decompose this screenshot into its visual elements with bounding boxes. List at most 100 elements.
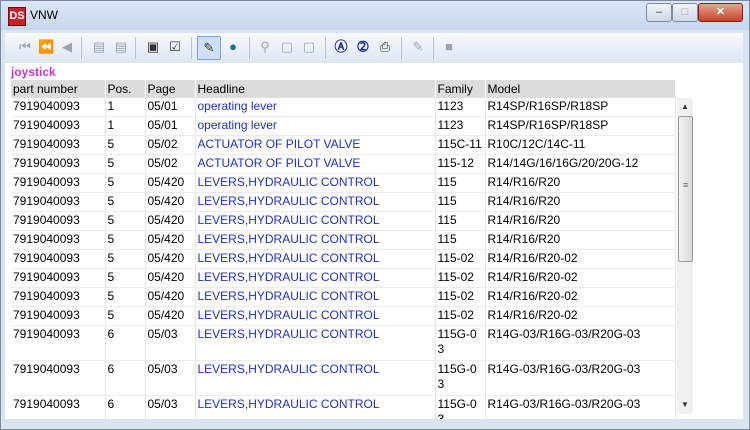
maximize-button[interactable]: □ — [672, 3, 698, 22]
cell-pos: 5 — [105, 249, 146, 269]
cell-headline: operating lever — [195, 98, 436, 117]
cell-pos: 5 — [105, 135, 146, 155]
first-record-icon[interactable]: ⏮ — [17, 39, 33, 55]
cell-family: 115G-03 — [435, 325, 486, 361]
cell-model: R14/R16/R20-02 — [485, 306, 676, 326]
cell-headline: LEVERS,HYDRAULIC CONTROL — [195, 211, 436, 231]
parts-table: part number Pos. Page Headline Family Mo… — [11, 80, 676, 419]
cell-headline: LEVERS,HYDRAULIC CONTROL — [195, 306, 436, 326]
globe-icon[interactable]: ● — [225, 39, 241, 55]
cell-headline: LEVERS,HYDRAULIC CONTROL — [195, 249, 436, 269]
cell-page: 05/420 — [145, 287, 196, 307]
column-header-part-number[interactable]: part number — [11, 80, 106, 98]
cell-pos: 5 — [105, 154, 146, 174]
column-header-headline[interactable]: Headline — [195, 80, 436, 98]
cell-part-number: 7919040093 — [11, 154, 106, 174]
column-header-pos[interactable]: Pos. — [105, 80, 146, 98]
close-button[interactable]: ✕ — [698, 3, 743, 22]
note-icon[interactable]: ✎ — [410, 39, 426, 55]
window-title: VNW — [30, 8, 58, 22]
cell-family: 115-02 — [435, 268, 486, 288]
table-row[interactable]: 7919040093 5 05/420 LEVERS,HYDRAULIC CONTRO… — [11, 230, 676, 250]
cell-headline: LEVERS,HYDRAULIC CONTROL — [195, 287, 436, 307]
vertical-scrollbar[interactable]: ▲ ≡ ▼ — [677, 98, 693, 414]
print-icon[interactable]: ⎙ — [377, 39, 393, 55]
page-icon[interactable]: ▢ — [279, 39, 295, 55]
link-pen-icon[interactable]: ✎ — [197, 36, 221, 60]
table-row[interactable]: 7919040093 5 05/420 LEVERS,HYDRAULIC CONTRO… — [11, 268, 676, 288]
cell-page: 05/03 — [145, 360, 196, 396]
table-row[interactable]: 7919040093 5 05/420 LEVERS,HYDRAULIC CONTRO… — [11, 287, 676, 307]
cell-pos: 5 — [105, 287, 146, 307]
table-row[interactable]: 7919040093 5 05/420 LEVERS,HYDRAULIC CONTRO… — [11, 306, 676, 326]
cell-page: 05/420 — [145, 211, 196, 231]
cell-pos: 5 — [105, 192, 146, 212]
info-2-icon[interactable]: ➁ — [355, 39, 371, 55]
column-header-model[interactable]: Model — [485, 80, 676, 98]
results-panel: joystick part number Pos. Page Headline … — [5, 63, 743, 419]
cell-page: 05/420 — [145, 192, 196, 212]
cell-model: R14/R16/R20-02 — [485, 249, 676, 269]
cell-family: 1123 — [435, 98, 486, 117]
cell-family: 1123 — [435, 116, 486, 136]
collapse-icon[interactable]: ▤ — [91, 39, 107, 55]
cell-page: 05/01 — [145, 116, 196, 136]
table-row[interactable]: 7919040093 1 05/01 operating lever 1123 R14SP… — [11, 98, 676, 117]
prev-record-icon[interactable]: ◀ — [59, 39, 75, 55]
cell-family: 115-02 — [435, 287, 486, 307]
table-row[interactable]: 7919040093 5 05/420 LEVERS,HYDRAULIC CONTRO… — [11, 192, 676, 212]
table-row[interactable]: 7919040093 6 05/03 LEVERS,HYDRAULIC CONTROL… — [11, 360, 676, 396]
cell-page: 05/420 — [145, 306, 196, 326]
prev-page-icon[interactable]: ⏪ — [38, 39, 54, 55]
cell-headline: operating lever — [195, 116, 436, 136]
cell-family: 115-02 — [435, 306, 486, 326]
cell-family: 115-12 — [435, 154, 486, 174]
scroll-up-arrow-icon[interactable]: ▲ — [677, 100, 693, 114]
cell-page: 05/420 — [145, 268, 196, 288]
checklist-icon[interactable]: ☑ — [167, 39, 183, 55]
table-row[interactable]: 7919040093 6 05/03 LEVERS,HYDRAULIC CONTROL… — [11, 395, 676, 419]
stop-icon[interactable]: ■ — [441, 39, 457, 55]
cell-part-number: 7919040093 — [11, 135, 106, 155]
cart-icon[interactable]: ▣ — [145, 39, 161, 55]
table-row[interactable]: 7919040093 5 05/420 LEVERS,HYDRAULIC CONTRO… — [11, 249, 676, 269]
cell-headline: ACTUATOR OF PILOT VALVE — [195, 154, 436, 174]
column-header-page[interactable]: Page — [145, 80, 196, 98]
cell-family: 115 — [435, 173, 486, 193]
cell-page: 05/420 — [145, 230, 196, 250]
cell-model: R14SP/R16SP/R18SP — [485, 98, 676, 117]
cell-headline: LEVERS,HYDRAULIC CONTROL — [195, 268, 436, 288]
title-bar[interactable]: DS VNW – □ ✕ — [1, 1, 749, 30]
page-alt-icon[interactable]: ▢ — [301, 39, 317, 55]
cell-model: R14SP/R16SP/R18SP — [485, 116, 676, 136]
zoom-icon[interactable]: ⚲ — [257, 39, 273, 55]
cell-headline: LEVERS,HYDRAULIC CONTROL — [195, 395, 436, 419]
minimize-button[interactable]: – — [646, 3, 672, 22]
cell-page: 05/03 — [145, 325, 196, 361]
cell-pos: 6 — [105, 360, 146, 396]
cell-pos: 5 — [105, 211, 146, 231]
cell-part-number: 7919040093 — [11, 306, 106, 326]
cell-pos: 6 — [105, 325, 146, 361]
cell-part-number: 7919040093 — [11, 325, 106, 361]
cell-family: 115 — [435, 211, 486, 231]
table-row[interactable]: 7919040093 5 05/420 LEVERS,HYDRAULIC CONTRO… — [11, 173, 676, 193]
table-row[interactable]: 7919040093 5 05/02 ACTUATOR OF PILOT VALVE 1… — [11, 135, 676, 155]
scroll-down-arrow-icon[interactable]: ▼ — [677, 398, 693, 412]
scrollbar-thumb[interactable]: ≡ — [678, 116, 693, 262]
cell-part-number: 7919040093 — [11, 395, 106, 419]
cell-family: 115 — [435, 230, 486, 250]
table-row[interactable]: 7919040093 5 05/02 ACTUATOR OF PILOT VALVE 1… — [11, 154, 676, 174]
cell-family: 115-02 — [435, 249, 486, 269]
cell-model: R14/R16/R20 — [485, 173, 676, 193]
expand-icon[interactable]: ▤ — [113, 39, 129, 55]
table-row[interactable]: 7919040093 1 05/01 operating lever 1123 R14SP… — [11, 116, 676, 136]
table-row[interactable]: 7919040093 6 05/03 LEVERS,HYDRAULIC CONTROL… — [11, 325, 676, 361]
info-a-icon[interactable]: Ⓐ — [333, 39, 349, 55]
cell-pos: 5 — [105, 306, 146, 326]
cell-family: 115G-03 — [435, 360, 486, 396]
cell-page: 05/420 — [145, 249, 196, 269]
cell-part-number: 7919040093 — [11, 173, 106, 193]
table-row[interactable]: 7919040093 5 05/420 LEVERS,HYDRAULIC CONTRO… — [11, 211, 676, 231]
column-header-family[interactable]: Family — [435, 80, 486, 98]
